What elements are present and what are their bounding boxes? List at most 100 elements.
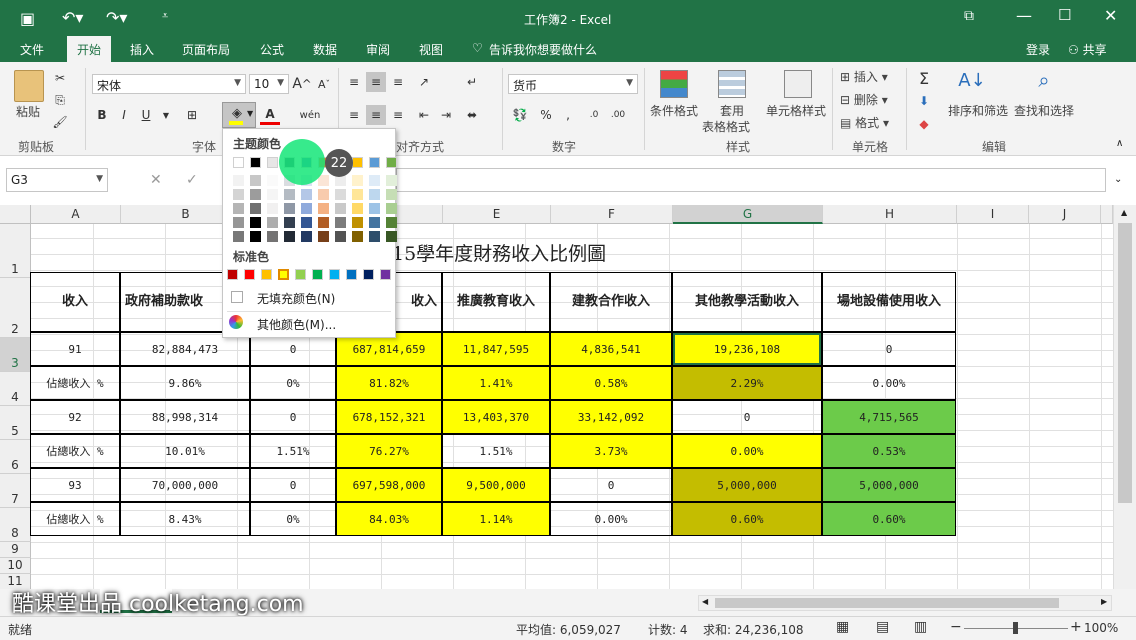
page-layout-view-icon[interactable]: ▤ xyxy=(876,619,889,635)
row-header-7[interactable]: 7 xyxy=(0,474,31,508)
cell-c4[interactable]: 0% xyxy=(250,366,336,400)
zoom-level[interactable]: 100% xyxy=(1084,621,1118,635)
cancel-icon[interactable]: ✕ xyxy=(150,172,162,188)
theme-shade-swatch[interactable] xyxy=(352,217,363,228)
cell-h7[interactable]: 5,000,000 xyxy=(822,468,956,502)
cell-f8[interactable]: 0.00% xyxy=(550,502,672,536)
grow-font-icon[interactable]: A ^ xyxy=(292,74,312,94)
cell-f3[interactable]: 4,836,541 xyxy=(550,332,672,366)
standard-swatch[interactable] xyxy=(329,269,340,280)
theme-shade-swatch[interactable] xyxy=(233,231,244,242)
sort-filter-icon[interactable]: A↓ xyxy=(958,70,985,91)
close-icon[interactable]: ✕ xyxy=(1104,6,1117,25)
maximize-icon[interactable]: ☐ xyxy=(1058,6,1071,24)
shrink-font-icon[interactable]: Aˇ xyxy=(314,74,334,94)
paste-button[interactable]: 粘贴 xyxy=(16,103,40,120)
cell-f7[interactable]: 0 xyxy=(550,468,672,502)
share-button[interactable]: ⚇ 共享 xyxy=(1068,41,1107,58)
theme-shade-swatch[interactable] xyxy=(335,217,346,228)
scroll-left-icon[interactable]: ◀ xyxy=(702,597,708,606)
normal-view-icon[interactable]: ▦ xyxy=(836,619,849,635)
tab-file[interactable]: 文件 xyxy=(20,41,44,58)
cell-e3[interactable]: 11,847,595 xyxy=(442,332,550,366)
theme-shade-swatch[interactable] xyxy=(301,231,312,242)
cell-h3[interactable]: 0 xyxy=(822,332,956,366)
comma-icon[interactable]: , xyxy=(558,105,578,125)
col-header-f[interactable]: F xyxy=(551,205,673,224)
underline-dropdown-icon[interactable]: ▼ xyxy=(156,105,176,125)
cell-e8[interactable]: 1.14% xyxy=(442,502,550,536)
phonetic-icon[interactable]: wén xyxy=(300,105,321,125)
theme-shade-swatch[interactable] xyxy=(386,203,397,214)
theme-shade-swatch[interactable] xyxy=(267,175,278,186)
cell-h8[interactable]: 0.60% xyxy=(822,502,956,536)
login-link[interactable]: 登录 xyxy=(1026,41,1050,58)
theme-shade-swatch[interactable] xyxy=(267,231,278,242)
theme-shade-swatch[interactable] xyxy=(352,203,363,214)
theme-shade-swatch[interactable] xyxy=(233,189,244,200)
format-cells-button[interactable]: ▤ 格式 ▾ xyxy=(840,114,889,131)
theme-shade-swatch[interactable] xyxy=(250,203,261,214)
redo-icon[interactable]: ↷▾ xyxy=(106,8,127,27)
col-header-g[interactable]: G xyxy=(673,205,823,224)
no-fill-option[interactable]: 无填充颜色(N) xyxy=(227,287,391,307)
merge-center-icon[interactable]: ⬌ xyxy=(462,105,482,125)
cell-c5[interactable]: 0 xyxy=(250,400,336,434)
theme-shade-swatch[interactable] xyxy=(250,217,261,228)
theme-shade-swatch[interactable] xyxy=(369,231,380,242)
cell-e6[interactable]: 1.51% xyxy=(442,434,550,468)
find-select-button[interactable]: 查找和选择 xyxy=(1014,102,1074,119)
theme-swatch[interactable] xyxy=(352,157,363,168)
cell-g3[interactable]: 19,236,108 xyxy=(672,332,822,366)
cell-d7[interactable]: 697,598,000 xyxy=(336,468,442,502)
theme-shade-swatch[interactable] xyxy=(267,203,278,214)
theme-shade-swatch[interactable] xyxy=(386,217,397,228)
number-format-combo[interactable]: 货币 ▼ xyxy=(508,74,638,94)
scroll-up-icon[interactable]: ▲ xyxy=(1121,208,1127,217)
wrap-text-icon[interactable]: ↵ xyxy=(462,72,482,92)
tab-data[interactable]: 数据 xyxy=(313,41,337,58)
cell-a5[interactable]: 92 xyxy=(30,400,120,434)
header-cell-a[interactable]: 收入 xyxy=(30,272,120,332)
minimize-icon[interactable]: — xyxy=(1016,6,1032,25)
theme-shade-swatch[interactable] xyxy=(233,217,244,228)
decrease-indent-icon[interactable]: ⇤ xyxy=(414,105,434,125)
standard-swatch[interactable] xyxy=(244,269,255,280)
theme-shade-swatch[interactable] xyxy=(318,217,329,228)
cell-h4[interactable]: 0.00% xyxy=(822,366,956,400)
find-select-icon[interactable]: ⌕ xyxy=(1034,68,1054,92)
row-header-9[interactable]: 9 xyxy=(0,542,31,558)
theme-shade-swatch[interactable] xyxy=(250,231,261,242)
cell-g7[interactable]: 5,000,000 xyxy=(672,468,822,502)
cell-d5[interactable]: 678,152,321 xyxy=(336,400,442,434)
tab-review[interactable]: 审阅 xyxy=(366,41,390,58)
cell-g6[interactable]: 0.00% xyxy=(672,434,822,468)
cell-c8[interactable]: 0% xyxy=(250,502,336,536)
delete-cells-button[interactable]: ⊟ 删除 ▾ xyxy=(840,91,888,108)
cell-b5[interactable]: 88,998,314 xyxy=(120,400,250,434)
formula-input[interactable] xyxy=(396,168,1106,192)
cell-e5[interactable]: 13,403,370 xyxy=(442,400,550,434)
format-painter-icon[interactable]: 🖌 xyxy=(50,112,70,132)
select-all-corner[interactable] xyxy=(0,205,31,224)
cell-a4[interactable]: 佔總收入 % xyxy=(30,366,120,400)
cell-f5[interactable]: 33,142,092 xyxy=(550,400,672,434)
fill-icon[interactable]: ⬇ xyxy=(914,91,934,111)
standard-swatch[interactable] xyxy=(278,269,289,280)
cell-f4[interactable]: 0.58% xyxy=(550,366,672,400)
theme-swatch[interactable] xyxy=(386,157,397,168)
theme-swatch[interactable] xyxy=(267,157,278,168)
theme-shade-swatch[interactable] xyxy=(267,217,278,228)
cell-c7[interactable]: 0 xyxy=(250,468,336,502)
table-format-label-2[interactable]: 表格格式 xyxy=(702,118,750,135)
theme-shade-swatch[interactable] xyxy=(352,175,363,186)
col-header-a[interactable]: A xyxy=(31,205,121,224)
collapse-ribbon-icon[interactable]: ∧ xyxy=(1116,138,1123,149)
cell-f6[interactable]: 3.73% xyxy=(550,434,672,468)
row-header-8[interactable]: 8 xyxy=(0,508,31,542)
col-header-k[interactable] xyxy=(1101,205,1113,224)
align-top-icon[interactable]: ≡ xyxy=(344,72,364,92)
theme-shade-swatch[interactable] xyxy=(335,189,346,200)
autosum-icon[interactable]: Σ xyxy=(914,68,934,88)
borders-icon[interactable]: ⊞ xyxy=(182,105,202,125)
